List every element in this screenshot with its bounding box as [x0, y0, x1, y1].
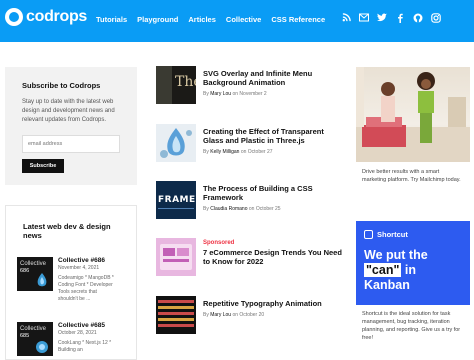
news-date: October 28, 2021	[58, 330, 97, 336]
article-meta: By Mary Lou on November 2	[203, 91, 346, 97]
thumb-title: Collective	[20, 326, 47, 332]
article-title[interactable]: SVG Overlay and Infinite Menu Background…	[203, 69, 346, 87]
article-author[interactable]: Claudia Romano	[210, 206, 247, 212]
meta-by: By	[203, 149, 209, 155]
site-header: codrops Tutorials Playground Articles Co…	[0, 0, 474, 42]
main-nav: Tutorials Playground Articles Collective…	[96, 15, 325, 24]
article-author[interactable]: Kelly Milligan	[210, 149, 239, 155]
list-item[interactable]: Collective 686 Collective #686 November …	[17, 257, 129, 303]
facebook-icon[interactable]	[395, 13, 405, 26]
news-excerpt: CookLang * Next.js 12 * Building an	[58, 340, 112, 353]
article-thumbnail[interactable]: FRAMEW	[156, 181, 196, 219]
article-meta: By Mary Lou on October 20	[203, 312, 322, 318]
thumb-number: 686	[20, 268, 30, 274]
news-title[interactable]: Collective #686	[58, 257, 118, 265]
article-thumbnail[interactable]: The	[156, 66, 196, 104]
article-thumbnail[interactable]	[156, 124, 196, 162]
article-title[interactable]: 7 eCommerce Design Trends You Need to Kn…	[203, 248, 346, 266]
meta-on: on	[248, 206, 255, 212]
nav-collective[interactable]: Collective	[226, 15, 261, 24]
latest-news-title: Latest web dev & design news	[23, 222, 111, 240]
article-thumbnail[interactable]	[156, 296, 196, 334]
meta-on: on	[240, 149, 247, 155]
ad-headline: We put the "can" in Kanban	[364, 248, 462, 293]
logo-icon	[5, 8, 23, 26]
subscribe-button[interactable]: Subscribe	[22, 159, 64, 173]
logo-text: codrops	[26, 8, 88, 25]
meta-by: By	[203, 312, 209, 318]
rss-icon[interactable]	[341, 13, 351, 26]
article-item[interactable]: The SVG Overlay and Infinite Menu Backgr…	[156, 66, 346, 104]
thumb-number: 685	[20, 333, 30, 339]
thumb-title: Collective	[20, 261, 47, 267]
thumbnail-text: The	[175, 74, 196, 90]
meta-by: By	[203, 206, 209, 212]
mailchimp-ad[interactable]: Drive better results with a smart market…	[356, 67, 470, 193]
article-item[interactable]: FRAMEW The Process of Building a CSS Fra…	[156, 181, 346, 219]
article-title[interactable]: The Process of Building a CSS Framework	[203, 184, 346, 202]
ad-image[interactable]: Shortcut We put the "can" in Kanban	[356, 221, 470, 305]
subscribe-text: Stay up to date with the latest web desi…	[22, 99, 115, 123]
article-item[interactable]: Repetitive Typography Animation By Mary …	[156, 296, 346, 334]
article-date: October 27	[247, 149, 273, 155]
social-links	[341, 13, 441, 26]
article-thumbnail[interactable]	[156, 238, 196, 276]
nav-playground[interactable]: Playground	[137, 15, 178, 24]
collective-thumbnail[interactable]: Collective 686	[17, 257, 53, 291]
nav-articles[interactable]: Articles	[188, 15, 216, 24]
article-item[interactable]: Creating the Effect of Transparent Glass…	[156, 124, 346, 162]
subscribe-title: Subscribe to Codrops	[22, 81, 101, 90]
article-title[interactable]: Creating the Effect of Transparent Glass…	[203, 127, 346, 145]
article-author[interactable]: Mary Lou	[210, 91, 231, 97]
ad-headline-line1: We put the	[364, 248, 428, 262]
article-date: October 20	[239, 312, 265, 318]
collective-thumbnail[interactable]: Collective 685	[17, 322, 53, 356]
thumbnail-text: FRAMEW	[158, 195, 196, 205]
mail-icon[interactable]	[359, 13, 369, 26]
article-date: November 2	[239, 91, 267, 97]
codrops-logo[interactable]: codrops	[5, 8, 87, 26]
shortcut-ad[interactable]: Shortcut We put the "can" in Kanban Shor…	[356, 221, 470, 355]
instagram-icon[interactable]	[431, 13, 441, 26]
sponsored-label: Sponsored	[203, 240, 235, 246]
ad-text[interactable]: Drive better results with a smart market…	[356, 162, 470, 184]
ad-headline-highlight: "can"	[364, 263, 402, 277]
github-icon[interactable]	[413, 13, 423, 26]
article-author[interactable]: Mary Lou	[210, 312, 231, 318]
news-title[interactable]: Collective #685	[58, 322, 118, 330]
list-item[interactable]: Collective 685 Collective #685 October 2…	[17, 322, 129, 356]
nav-tutorials[interactable]: Tutorials	[96, 15, 127, 24]
news-excerpt: Codeamigo * MangoDB * Coding Font * Deve…	[58, 275, 114, 302]
article-meta: By Kelly Milligan on October 27	[203, 149, 346, 155]
twitter-icon[interactable]	[377, 13, 387, 26]
meta-on: on	[232, 312, 239, 318]
nav-css-reference[interactable]: CSS Reference	[271, 15, 325, 24]
subscribe-box: Subscribe to Codrops Stay up to date wit…	[5, 67, 137, 185]
ad-text[interactable]: Shortcut is the ideal solution for task …	[356, 305, 470, 342]
article-date: October 25	[255, 206, 281, 212]
ad-image[interactable]	[356, 67, 470, 162]
shortcut-logo: Shortcut	[364, 230, 462, 239]
shortcut-icon	[364, 230, 373, 239]
article-item[interactable]: Sponsored 7 eCommerce Design Trends You …	[156, 238, 346, 276]
article-title[interactable]: Repetitive Typography Animation	[203, 299, 322, 308]
email-field[interactable]	[22, 135, 120, 153]
news-date: November 4, 2021	[58, 265, 100, 271]
meta-by: By	[203, 91, 209, 97]
meta-on: on	[232, 91, 239, 97]
ad-brand: Shortcut	[377, 230, 408, 239]
article-meta: By Claudia Romano on October 25	[203, 206, 346, 212]
